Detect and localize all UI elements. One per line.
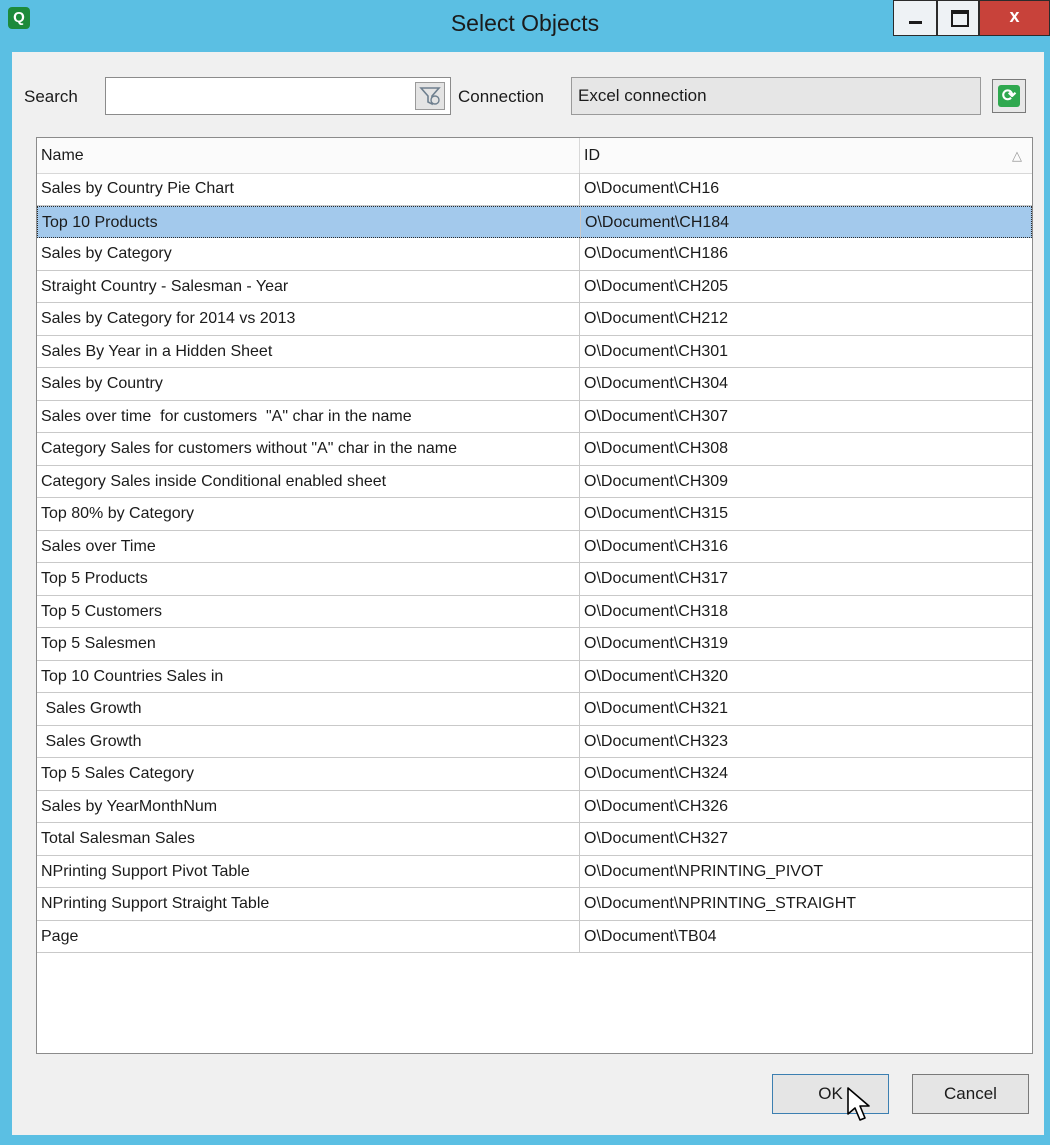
mouse-pointer-icon — [847, 1087, 870, 1121]
table-row[interactable]: Straight Country - Salesman - Year O\Docu… — [37, 270, 1032, 303]
refresh-button[interactable]: ⟳ — [992, 79, 1026, 113]
close-icon: x — [1009, 6, 1020, 26]
table-row[interactable]: Page O\Document\TB04 — [37, 920, 1032, 953]
table-row[interactable]: Sales by YearMonthNum O\Document\CH326 — [37, 790, 1032, 823]
table-header: Name ID △ — [37, 138, 1032, 174]
table-row[interactable]: Sales by Category for 2014 vs 2013 O\Docu… — [37, 303, 1032, 336]
cell-name: Top 5 Customers — [37, 595, 580, 628]
table-row[interactable]: Top 5 Salesmen O\Document\CH319 — [37, 628, 1032, 661]
cell-name: Category Sales inside Conditional enable… — [37, 465, 580, 498]
table-row[interactable]: Sales By Year in a Hidden Sheet O\Documen… — [37, 335, 1032, 368]
cell-name: Top 80% by Category — [37, 498, 580, 530]
maximize-icon — [951, 10, 969, 27]
cell-name: NPrinting Support Straight Table — [37, 888, 580, 920]
table-row[interactable]: Sales over Time O\Document\CH316 — [37, 530, 1032, 563]
cell-name: Page — [37, 920, 580, 953]
cell-id: O\Document\CH323 — [584, 732, 729, 750]
cell-name: Sales over time for customers "A" char i… — [37, 400, 580, 433]
cell-name: Category Sales for customers without "A"… — [37, 433, 580, 465]
filter-button[interactable] — [415, 82, 445, 110]
cell-name: Total Salesman Sales — [37, 823, 580, 855]
cell-name: Sales by Country — [37, 368, 580, 400]
table-row[interactable]: Sales Growth O\Document\CH323 — [37, 725, 1032, 758]
cell-id: O\Document\CH186 — [584, 245, 729, 262]
cell-name: Top 10 Products — [38, 206, 581, 239]
cell-id: O\Document\CH309 — [584, 472, 729, 490]
cell-name: NPrinting Support Pivot Table — [37, 855, 580, 888]
cell-name: Top 10 Countries Sales in — [37, 660, 580, 693]
select-objects-dialog: Q Select Objects x Search Connection Exc… — [0, 0, 1050, 1145]
table-row[interactable]: NPrinting Support Pivot Table O\Document\… — [37, 855, 1032, 888]
table-row[interactable]: Top 5 Sales Category O\Document\CH324 — [37, 758, 1032, 791]
column-header-name[interactable]: Name — [37, 138, 580, 173]
cell-id: O\Document\CH324 — [584, 765, 729, 782]
refresh-icon: ⟳ — [998, 85, 1020, 107]
cell-name: Top 5 Products — [37, 563, 580, 595]
maximize-button[interactable] — [937, 0, 979, 36]
cell-name: Sales by Category for 2014 vs 2013 — [37, 303, 580, 335]
cell-id: O\Document\CH212 — [584, 310, 729, 327]
table-row[interactable]: Sales by Country Pie Chart O\Document\CH1… — [37, 173, 1032, 206]
cell-id: O\Document\NPRINTING_PIVOT — [584, 862, 824, 880]
cell-id: O\Document\CH205 — [584, 277, 729, 295]
table-row[interactable]: Top 10 Countries Sales in O\Document\CH32… — [37, 660, 1032, 693]
cell-id: O\Document\CH304 — [584, 375, 729, 392]
cell-id: O\Document\CH326 — [584, 797, 729, 815]
cell-name: Sales By Year in a Hidden Sheet — [37, 335, 580, 368]
column-header-id-label: ID — [584, 147, 600, 164]
table-row[interactable]: Category Sales inside Conditional enable… — [37, 465, 1032, 498]
cell-id: O\Document\CH327 — [584, 830, 729, 847]
cell-id: O\Document\CH307 — [584, 407, 729, 425]
table-row[interactable]: Top 5 Customers O\Document\CH318 — [37, 595, 1032, 628]
cell-id: O\Document\CH301 — [584, 342, 729, 360]
cell-id: O\Document\CH320 — [584, 667, 729, 685]
cell-name: Sales by YearMonthNum — [37, 790, 580, 823]
table-row[interactable]: NPrinting Support Straight Table O\Docume… — [37, 888, 1032, 921]
cell-id: O\Document\CH317 — [584, 570, 729, 587]
cell-id: O\Document\CH319 — [584, 635, 729, 652]
cell-name: Straight Country - Salesman - Year — [37, 270, 580, 303]
column-header-id[interactable]: ID △ — [580, 138, 1032, 173]
dialog-body: Search Connection Excel connection ⟳ Nam… — [12, 52, 1044, 1135]
search-label: Search — [24, 87, 78, 106]
minimize-button[interactable] — [893, 0, 937, 36]
cell-id: O\Document\CH316 — [584, 537, 729, 555]
cell-id: O\Document\NPRINTING_STRAIGHT — [584, 895, 857, 912]
table-row[interactable]: Sales by Category O\Document\CH186 — [37, 238, 1032, 271]
filter-icon — [419, 87, 441, 106]
table-row[interactable]: Top 5 Products O\Document\CH317 — [37, 563, 1032, 596]
cell-name: Sales by Category — [37, 238, 580, 270]
table-row[interactable]: Top 80% by Category O\Document\CH315 — [37, 498, 1032, 531]
connection-label: Connection — [458, 87, 545, 106]
cell-id: O\Document\CH318 — [584, 602, 729, 620]
cell-name: Sales by Country Pie Chart — [37, 173, 580, 205]
cell-name: Top 5 Salesmen — [37, 628, 580, 660]
close-button[interactable]: x — [979, 0, 1050, 36]
minimize-icon — [909, 21, 922, 24]
table-body: Sales by Country Pie Chart O\Document\CH1… — [37, 173, 1032, 953]
cell-id: O\Document\CH315 — [584, 505, 729, 522]
cell-name: Top 5 Sales Category — [37, 758, 580, 790]
title-bar[interactable]: Q Select Objects x — [0, 0, 1050, 52]
cancel-button[interactable]: Cancel — [912, 1074, 1029, 1114]
cell-id: O\Document\CH184 — [585, 213, 730, 231]
cell-id: O\Document\CH321 — [584, 700, 729, 717]
table-row[interactable]: Top 10 Products O\Document\CH184 — [37, 205, 1032, 239]
cell-id: O\Document\CH308 — [584, 440, 729, 457]
connection-field: Excel connection — [571, 77, 981, 115]
search-input[interactable] — [105, 77, 451, 115]
objects-table[interactable]: Name ID △ Sales by Country Pie Chart O\Do… — [36, 137, 1033, 1054]
cell-name: Sales Growth — [37, 725, 580, 758]
cell-id: O\Document\TB04 — [584, 927, 717, 945]
cell-name: Sales Growth — [37, 693, 580, 725]
cell-id: O\Document\CH16 — [584, 180, 720, 197]
table-row[interactable]: Total Salesman Sales O\Document\CH327 — [37, 823, 1032, 856]
table-row[interactable]: Sales Growth O\Document\CH321 — [37, 693, 1032, 726]
table-row[interactable]: Sales by Country O\Document\CH304 — [37, 368, 1032, 401]
cell-name: Sales over Time — [37, 530, 580, 563]
table-row[interactable]: Category Sales for customers without "A"… — [37, 433, 1032, 466]
table-row[interactable]: Sales over time for customers "A" char i… — [37, 400, 1032, 433]
sort-ascending-icon: △ — [1012, 148, 1022, 163]
